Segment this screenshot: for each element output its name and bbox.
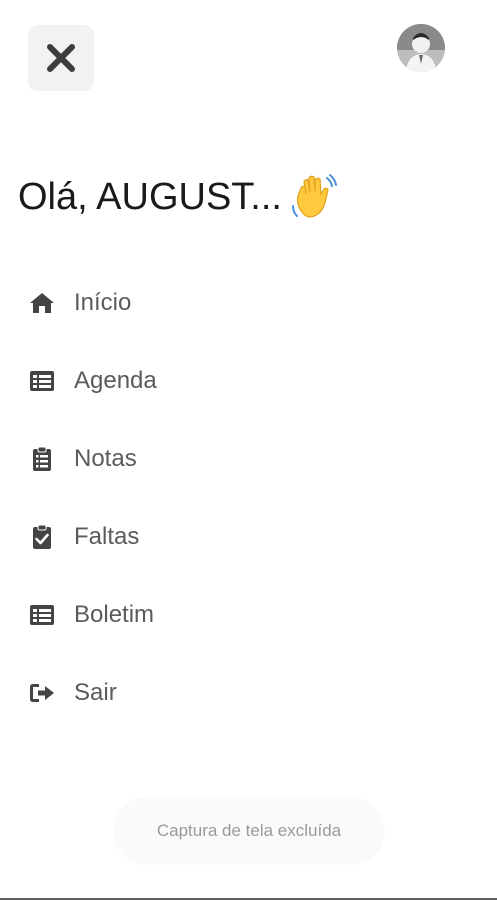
menu-item-sair[interactable]: Sair [0, 654, 497, 732]
menu-item-notas[interactable]: Notas [0, 420, 497, 498]
menu-item-label: Faltas [74, 523, 140, 550]
close-button[interactable] [28, 25, 94, 91]
menu-item-faltas[interactable]: Faltas [0, 498, 497, 576]
menu-item-agenda[interactable]: Agenda [0, 342, 497, 420]
list-icon [29, 602, 55, 628]
greeting: Olá, AUGUST... [18, 172, 338, 222]
drawer-menu-screen: Olá, AUGUST... Início Agenda Notas Falta… [0, 0, 497, 900]
menu-item-label: Sair [74, 679, 117, 706]
toast-text: Captura de tela excluída [156, 821, 342, 840]
clipboard-list-icon [29, 446, 55, 472]
greeting-text: Olá, AUGUST... [18, 176, 282, 218]
toast-notification: Captura de tela excluída [113, 797, 385, 865]
waving-hand-icon [288, 172, 338, 222]
user-avatar-icon [397, 24, 445, 72]
home-icon [29, 290, 55, 316]
menu-item-label: Notas [74, 445, 137, 472]
menu-item-label: Agenda [74, 367, 157, 394]
menu-item-label: Início [74, 289, 132, 316]
menu-item-inicio[interactable]: Início [0, 264, 497, 342]
avatar[interactable] [397, 24, 445, 72]
list-icon [29, 368, 55, 394]
menu-item-label: Boletim [74, 601, 155, 628]
clipboard-check-icon [29, 524, 55, 550]
close-icon [47, 44, 75, 72]
menu-item-boletim[interactable]: Boletim [0, 576, 497, 654]
sign-out-icon [29, 680, 55, 706]
